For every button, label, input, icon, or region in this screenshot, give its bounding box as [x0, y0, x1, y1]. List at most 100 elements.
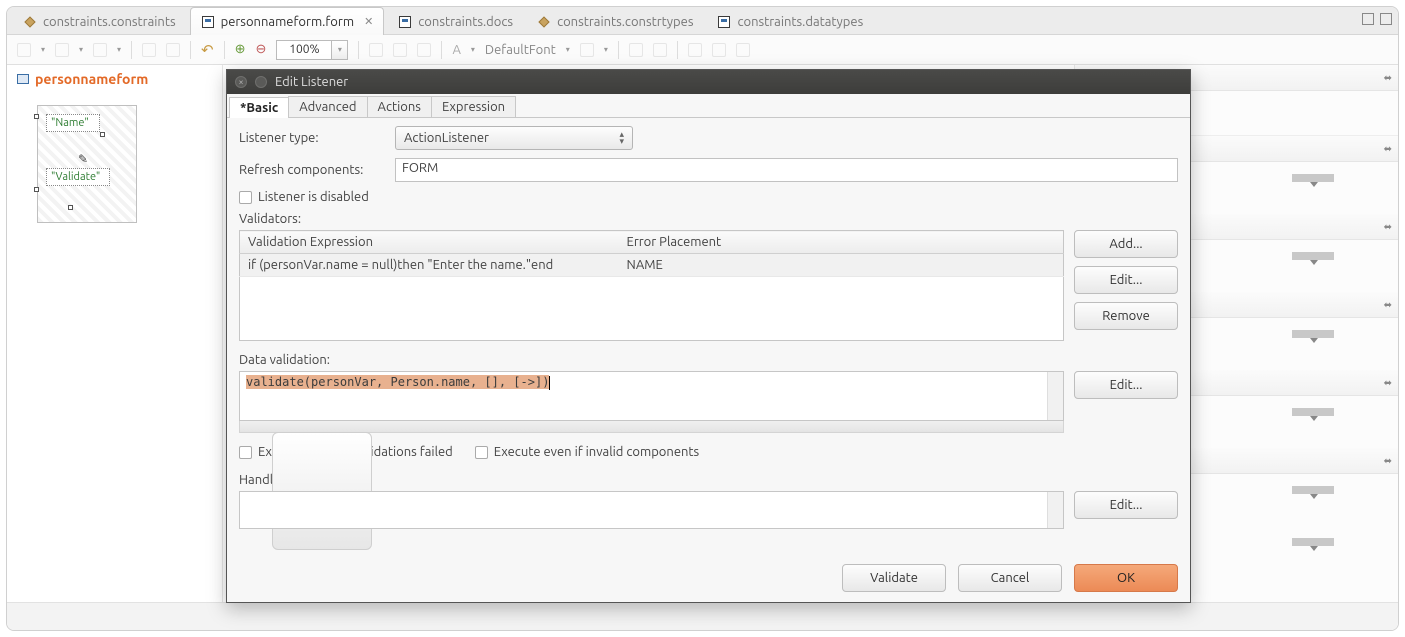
font-selector[interactable]: DefaultFont	[485, 43, 556, 57]
thumbnail-field-validate: "Validate"	[46, 168, 110, 186]
zoom-in-icon[interactable]: ⊕	[235, 42, 246, 57]
table-row[interactable]: if (personVar.name = null)then "Enter th…	[240, 254, 1064, 277]
tab-actions[interactable]: Actions	[367, 96, 432, 117]
toolbar-button[interactable]	[712, 43, 726, 57]
chevron-down-icon[interactable]	[1292, 408, 1334, 416]
data-validation-input[interactable]: validate(personVar, Person.name, [], [->…	[239, 371, 1064, 421]
chevron-down-icon[interactable]	[1292, 538, 1334, 546]
chevron-down-icon[interactable]	[1292, 330, 1334, 338]
ok-button[interactable]: OK	[1074, 564, 1178, 592]
minimize-icon[interactable]	[255, 76, 267, 88]
form-icon	[398, 15, 412, 29]
editor-tab-label: constraints.datatypes	[737, 15, 863, 29]
editor-tab-label: constraints.constraints	[43, 15, 176, 29]
table-header-placement[interactable]: Error Placement	[619, 231, 1064, 254]
editor-tab-label: constraints.docs	[418, 15, 513, 29]
dialog-title: Edit Listener	[275, 75, 348, 89]
edit-handle-expression-button[interactable]: Edit...	[1074, 491, 1178, 519]
label-validators: Validators:	[239, 212, 1178, 226]
edit-button[interactable]: Edit...	[1074, 266, 1178, 294]
toolbar-button[interactable]	[17, 43, 31, 57]
form-icon	[17, 74, 29, 84]
execute-even-invalid-checkbox[interactable]: Execute even if invalid components	[475, 445, 699, 459]
tab-expression[interactable]: Expression	[431, 96, 516, 117]
edit-data-validation-button[interactable]: Edit...	[1074, 371, 1178, 399]
close-icon[interactable]: ✕	[364, 15, 373, 28]
outline-title-label: personnameform	[35, 71, 148, 87]
expand-icon[interactable]: ⬌	[1384, 221, 1392, 233]
form-icon	[717, 15, 731, 29]
toolbar-button[interactable]	[417, 43, 431, 57]
toolbar-button[interactable]	[369, 43, 383, 57]
checkbox-icon	[239, 191, 252, 204]
editor-toolbar: ▾ ▾ ▾ ↶ ⊕ ⊖ 100% ▾ A▾ DefaultFont ▾ ▾	[7, 35, 1398, 65]
minimize-icon[interactable]	[1362, 13, 1374, 25]
expand-icon[interactable]: ⬌	[1384, 299, 1392, 311]
diamond-icon	[537, 15, 551, 29]
chevron-down-icon[interactable]	[1292, 174, 1334, 182]
dialog-titlebar[interactable]: × Edit Listener	[227, 70, 1190, 94]
editor-tab-personnameform[interactable]: personnameform.form ✕	[190, 7, 385, 35]
toolbar-button[interactable]	[166, 43, 180, 57]
add-button[interactable]: Add...	[1074, 230, 1178, 258]
editor-tabstrip: constraints.constraints personnameform.f…	[7, 7, 1398, 35]
editor-tab-constraints-docs[interactable]: constraints.docs	[388, 10, 523, 34]
toolbar-button[interactable]	[629, 43, 643, 57]
editor-tab-constraints-constrtypes[interactable]: constraints.constrtypes	[527, 10, 703, 34]
expand-icon[interactable]: ⬌	[1384, 72, 1392, 84]
close-icon[interactable]: ×	[235, 76, 247, 88]
toolbar-button[interactable]	[580, 43, 594, 57]
label-listener-type: Listener type:	[239, 131, 395, 145]
outline-title[interactable]: personnameform	[7, 65, 222, 95]
handle-expression-input[interactable]	[239, 491, 1064, 529]
toolbar-button[interactable]	[653, 43, 667, 57]
scrollbar-vertical[interactable]	[1047, 372, 1063, 420]
validators-table[interactable]: Validation Expression Error Placement if…	[239, 230, 1064, 341]
expand-icon[interactable]: ⬌	[1384, 455, 1392, 467]
toolbar-button[interactable]	[393, 43, 407, 57]
zoom-out-icon[interactable]: ⊖	[256, 42, 267, 57]
zoom-dropdown[interactable]: ▾	[332, 40, 348, 60]
scrollbar-horizontal[interactable]	[239, 421, 1064, 433]
expand-icon[interactable]: ⬌	[1384, 143, 1392, 155]
table-header-expression[interactable]: Validation Expression	[240, 231, 619, 254]
scrollbar-vertical[interactable]	[1047, 492, 1063, 528]
thumbnail-field-name: "Name"	[46, 114, 100, 132]
chevron-down-icon[interactable]	[1292, 486, 1334, 494]
expand-icon[interactable]: ⬌	[1384, 377, 1392, 389]
toolbar-button[interactable]	[93, 43, 107, 57]
zoom-input[interactable]: 100%	[276, 40, 332, 60]
undo-icon[interactable]: ↶	[201, 41, 214, 59]
tab-advanced[interactable]: Advanced	[288, 96, 367, 117]
form-icon	[201, 15, 215, 29]
checkbox-label: Listener is disabled	[258, 190, 369, 204]
input-value: validate(personVar, Person.name, [], [->…	[246, 375, 549, 389]
form-thumbnail[interactable]: "Name" ✎ "Validate"	[37, 105, 137, 223]
checkbox-icon	[475, 446, 488, 459]
listener-type-combo[interactable]: ActionListener ▴▾	[395, 126, 633, 150]
cell-placement: NAME	[619, 254, 1064, 277]
listener-disabled-checkbox[interactable]: Listener is disabled	[239, 190, 1178, 204]
pencil-icon: ✎	[78, 152, 88, 166]
toolbar-button[interactable]	[736, 43, 750, 57]
label-refresh-components: Refresh components:	[239, 163, 395, 177]
dialog-tabset: *Basic Advanced Actions Expression	[227, 94, 1190, 118]
editor-tab-constraints-datatypes[interactable]: constraints.datatypes	[707, 10, 873, 34]
tab-basic[interactable]: *Basic	[229, 97, 289, 118]
maximize-icon[interactable]	[1380, 13, 1392, 25]
editor-tab-constraints-constraints[interactable]: constraints.constraints	[13, 10, 186, 34]
remove-button[interactable]: Remove	[1074, 302, 1178, 330]
refresh-components-input[interactable]: FORM	[395, 158, 1178, 182]
toolbar-button[interactable]	[688, 43, 702, 57]
checkbox-label: Execute even if invalid components	[494, 445, 699, 459]
editor-tab-label: constraints.constrtypes	[557, 15, 693, 29]
cancel-button[interactable]: Cancel	[958, 564, 1062, 592]
toolbar-button[interactable]	[55, 43, 69, 57]
toolbar-button[interactable]	[142, 43, 156, 57]
cell-expression: if (personVar.name = null)then "Enter th…	[240, 254, 619, 277]
chevron-down-icon[interactable]	[1292, 252, 1334, 260]
outline-panel: personnameform "Name" ✎ "Validate"	[7, 65, 223, 630]
spinner-icon: ▴▾	[619, 131, 624, 145]
validate-button[interactable]: Validate	[842, 564, 946, 592]
combo-value: ActionListener	[404, 131, 489, 145]
